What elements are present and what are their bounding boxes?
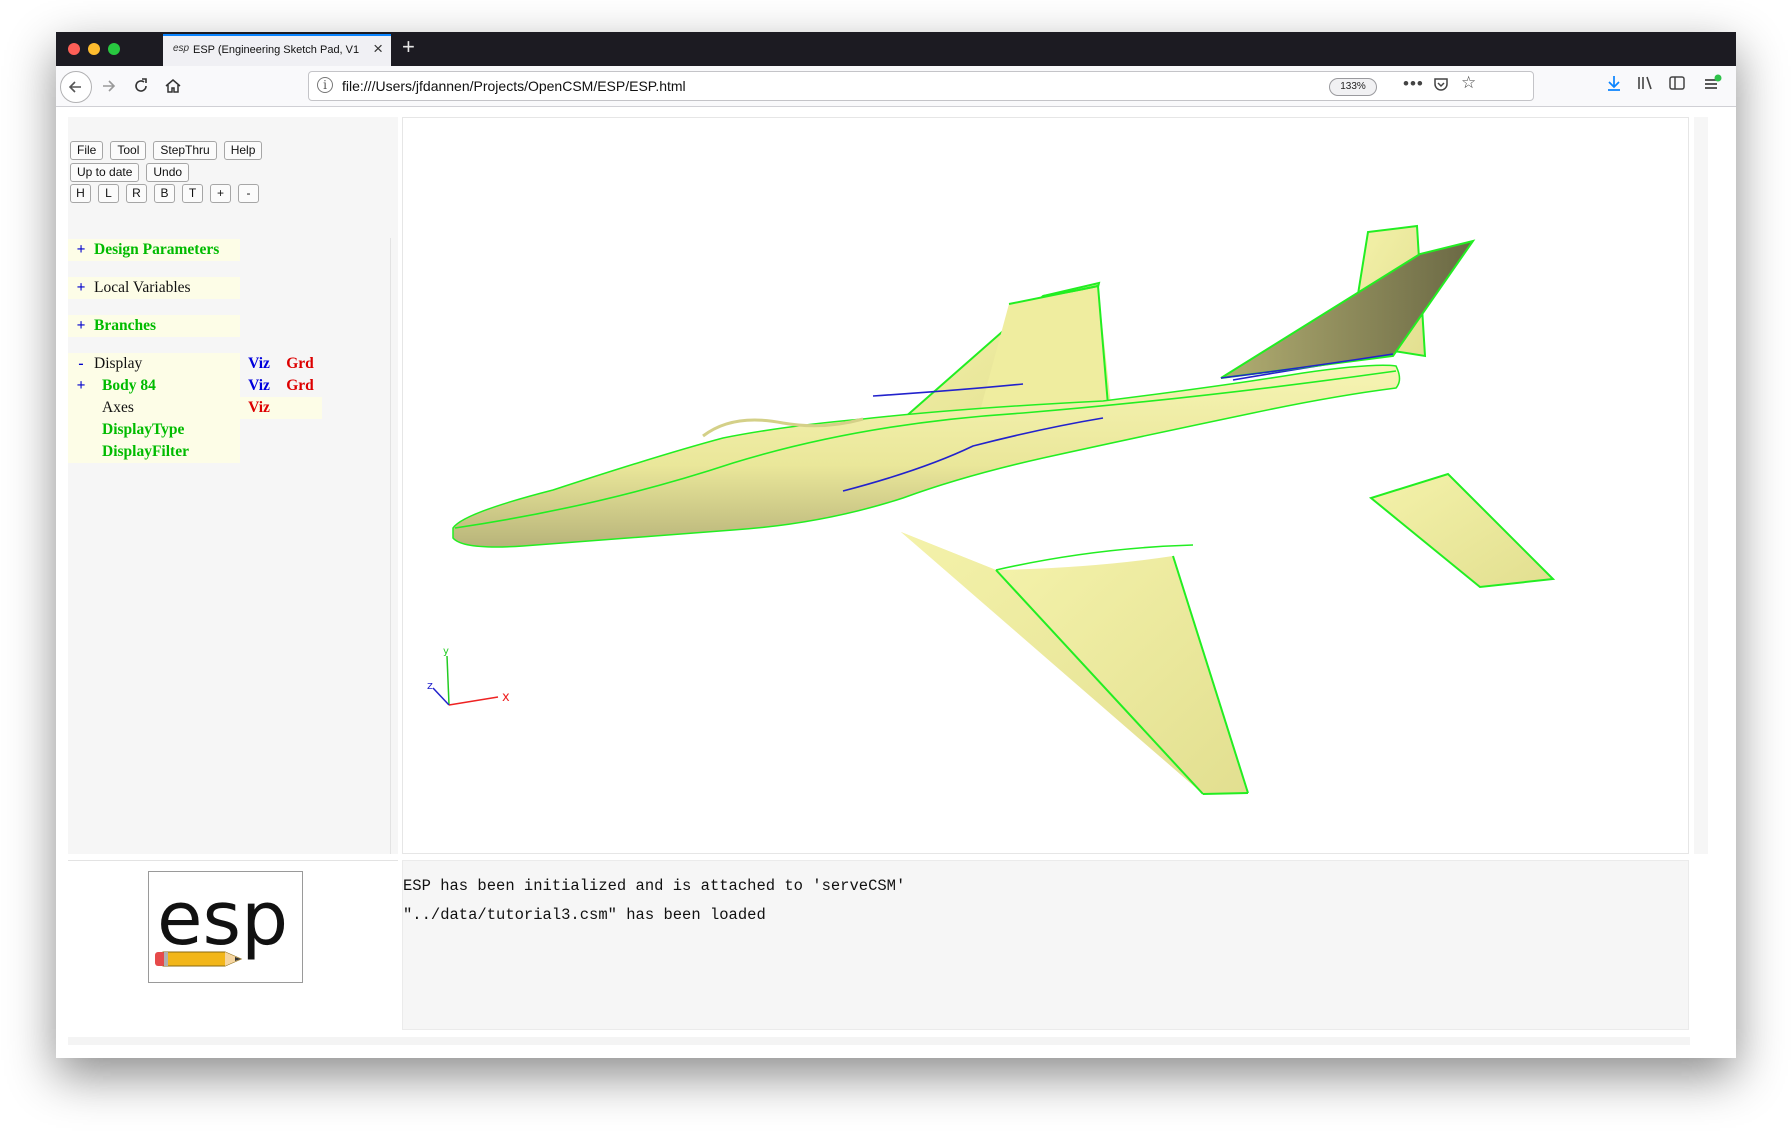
tab-title: ESP (Engineering Sketch Pad, V1 [193, 44, 360, 56]
up-to-date-button[interactable]: Up to date [70, 163, 140, 182]
home-button[interactable] [160, 73, 186, 99]
bottom-strip [68, 1037, 1690, 1045]
svg-text:z: z [427, 679, 433, 692]
near-tail-plane [1220, 239, 1476, 379]
page-actions-icon[interactable]: ••• [1403, 74, 1424, 94]
collapse-toggle[interactable]: - [68, 353, 94, 375]
esp-logo: esp [148, 871, 303, 983]
tool-button[interactable]: Tool [110, 141, 147, 160]
tree-row-display-filter: DisplayFilter [68, 441, 322, 463]
zoom-out-button[interactable]: - [238, 184, 259, 203]
zoom-level-badge[interactable]: 133% [1329, 78, 1377, 96]
action-buttons-row: Up to date Undo [70, 163, 196, 182]
display-type-label[interactable]: DisplayType [94, 419, 240, 441]
body-grd-toggle[interactable]: Grd [278, 375, 322, 397]
zoom-window-button[interactable] [108, 43, 120, 55]
display-filter-label[interactable]: DisplayFilter [94, 441, 240, 463]
view-left-button[interactable]: L [98, 184, 119, 203]
url-bar[interactable]: i file:///Users/jfdannen/Projects/OpenCS… [308, 71, 1534, 101]
branches-label[interactable]: Branches [94, 315, 240, 337]
expand-toggle[interactable]: + [68, 277, 94, 299]
body-label[interactable]: Body 84 [94, 375, 240, 397]
svg-text:x: x [502, 690, 510, 705]
display-viz-toggle[interactable]: Viz [240, 353, 278, 375]
message-line: "../data/tutorial3.csm" has been loaded [403, 906, 766, 924]
pocket-icon[interactable] [1433, 76, 1449, 97]
help-button[interactable]: Help [223, 141, 263, 160]
logo-panel: esp [68, 860, 398, 1031]
left-panel: File Tool StepThru Help Up to date Undo … [68, 117, 398, 854]
reload-icon [135, 78, 147, 92]
expand-toggle[interactable]: + [68, 239, 94, 261]
info-icon[interactable]: i [317, 77, 333, 93]
sidebar-icon[interactable] [1668, 74, 1686, 97]
message-line: ESP has been initialized and is attached… [403, 877, 906, 895]
tree-table: + Design Parameters + Local Variables + … [68, 239, 322, 463]
forward-arrow-icon [103, 80, 116, 92]
axes-triad: x z y [427, 646, 510, 706]
graphics-viewport[interactable]: x z y [402, 117, 1689, 854]
bookmark-star-icon[interactable]: ☆ [1461, 73, 1476, 93]
local-variables-label[interactable]: Local Variables [94, 277, 240, 299]
tree-row-display-type: DisplayType [68, 419, 322, 441]
url-text[interactable]: file:///Users/jfdannen/Projects/OpenCSM/… [342, 78, 686, 94]
tree-row-design-parameters: + Design Parameters [68, 239, 322, 261]
axes-label[interactable]: Axes [94, 397, 240, 419]
lower-horizontal-tail [1368, 472, 1556, 589]
page-content: File Tool StepThru Help Up to date Undo … [56, 107, 1736, 1058]
undo-button[interactable]: Undo [146, 163, 190, 182]
pencil-icon [155, 951, 243, 967]
tree-row-branches: + Branches [68, 315, 322, 337]
view-right-button[interactable]: R [126, 184, 147, 203]
view-home-button[interactable]: H [70, 184, 91, 203]
view-buttons-row: H L R B T + - [70, 184, 266, 203]
esp-logo-graphic: esp [155, 876, 288, 967]
view-bottom-button[interactable]: B [154, 184, 175, 203]
tab-esp[interactable]: esp ESP (Engineering Sketch Pad, V1 × [163, 34, 391, 66]
right-scroll-strip [1694, 117, 1708, 854]
svg-text:y: y [443, 646, 449, 657]
library-icon[interactable] [1636, 74, 1654, 97]
downloads-icon[interactable] [1606, 74, 1622, 97]
file-button[interactable]: File [70, 141, 104, 160]
body-viz-toggle[interactable]: Viz [240, 375, 278, 397]
navigation-bar: i file:///Users/jfdannen/Projects/OpenCS… [56, 66, 1736, 107]
close-window-button[interactable] [68, 43, 80, 55]
back-button[interactable] [60, 71, 92, 103]
view-top-button[interactable]: T [182, 184, 203, 203]
browser-window: esp ESP (Engineering Sketch Pad, V1 × + … [56, 32, 1736, 1058]
display-grd-toggle[interactable]: Grd [278, 353, 322, 375]
minimize-window-button[interactable] [88, 43, 100, 55]
menu-buttons-row: File Tool StepThru Help [70, 141, 269, 160]
zoom-in-button[interactable]: + [210, 184, 231, 203]
tree-row-axes: Axes Viz [68, 397, 322, 419]
message-panel: ESP has been initialized and is attached… [402, 860, 1689, 1030]
axes-viz-toggle[interactable]: Viz [240, 397, 278, 419]
reload-button[interactable] [128, 73, 154, 99]
tab-bar: esp ESP (Engineering Sketch Pad, V1 × + [56, 32, 1736, 66]
tree-row-display: - Display Viz Grd [68, 353, 322, 375]
display-label[interactable]: Display [94, 353, 240, 375]
back-arrow-icon [68, 81, 81, 93]
tree-row-body: + Body 84 Viz Grd [68, 375, 322, 397]
logo-text: esp [157, 876, 288, 962]
aircraft-model-render[interactable]: x z y [403, 118, 1690, 855]
new-tab-button[interactable]: + [402, 34, 415, 60]
expand-toggle[interactable]: + [68, 375, 94, 397]
esp-favicon-icon: esp [173, 43, 190, 54]
tree-row-local-variables: + Local Variables [68, 277, 322, 299]
stepthru-button[interactable]: StepThru [153, 141, 217, 160]
close-tab-icon[interactable]: × [373, 39, 383, 59]
menu-hamburger-icon[interactable] [1702, 74, 1722, 99]
design-parameters-label[interactable]: Design Parameters [94, 239, 240, 261]
expand-toggle[interactable]: + [68, 315, 94, 337]
forward-button[interactable] [96, 73, 122, 99]
home-icon [165, 79, 181, 93]
